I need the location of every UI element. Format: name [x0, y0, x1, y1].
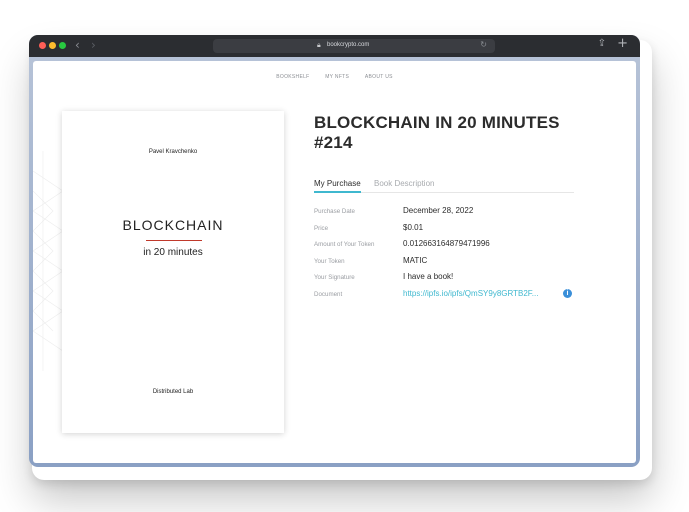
- detail-row: Purchase Date December 28, 2022: [314, 206, 604, 223]
- maximize-window-button[interactable]: [59, 42, 66, 49]
- close-window-button[interactable]: [39, 42, 46, 49]
- new-tab-plus-icon[interactable]: +: [617, 36, 628, 51]
- nav-link-about-us[interactable]: ABOUT US: [365, 74, 393, 80]
- tab-book-description[interactable]: Book Description: [374, 179, 434, 188]
- detail-row: Your Signature I have a book!: [314, 272, 604, 289]
- detail-label: Your Signature: [314, 274, 355, 282]
- address-bar[interactable]: 🔒︎ bookcrypto.com ↻: [213, 39, 495, 53]
- detail-label: Document: [314, 290, 343, 298]
- address-bar-url: bookcrypto.com: [327, 42, 370, 48]
- page-title-number: #214: [314, 133, 353, 152]
- share-icon[interactable]: ⇪: [598, 38, 606, 49]
- forward-arrow-icon[interactable]: ›: [91, 38, 96, 52]
- detail-label: Amount of Your Token: [314, 241, 375, 249]
- book-cover: Pavel Kravchenko BLOCKCHAIN in 20 minute…: [62, 111, 284, 433]
- info-icon[interactable]: i: [563, 288, 572, 298]
- cover-title: BLOCKCHAIN: [122, 217, 224, 233]
- tab-my-purchase[interactable]: My Purchase: [314, 179, 361, 193]
- document-link[interactable]: https://ipfs.io/ipfs/QmSY9y8GRTB2F...: [403, 289, 538, 298]
- reload-icon[interactable]: ↻: [480, 40, 487, 49]
- detail-row: Document https://ipfs.io/ipfs/QmSY9y8GRT…: [314, 288, 604, 306]
- nav-link-bookshelf[interactable]: BOOKSHELF: [276, 74, 309, 80]
- cover-publisher: Distributed Lab: [152, 389, 194, 395]
- detail-value: $0.01: [403, 222, 424, 232]
- cover-divider: [146, 240, 202, 241]
- purchase-details: Purchase Date December 28, 2022 Price $0…: [314, 206, 604, 306]
- detail-value: 0.012663164879471996: [403, 239, 490, 249]
- lock-icon: 🔒︎: [317, 41, 321, 49]
- nav-link-my-nfts[interactable]: MY NFTS: [325, 74, 349, 80]
- cover-author: Pavel Kravchenko: [148, 149, 198, 155]
- detail-row: Price $0.01: [314, 223, 604, 240]
- cover-subtitle: in 20 minutes: [143, 247, 203, 258]
- detail-value: December 28, 2022: [403, 206, 474, 215]
- detail-label: Purchase Date: [314, 208, 355, 215]
- detail-row: Amount of Your Token 0.01266316487947199…: [314, 239, 604, 256]
- detail-value: I have a book!: [403, 272, 454, 282]
- browser-titlebar: ‹ › 🔒︎ bookcrypto.com ↻ ⇪ +: [29, 35, 640, 57]
- page-title-line: BLOCKCHAIN IN 20 MINUTES: [314, 113, 560, 132]
- detail-value: MATIC: [403, 255, 428, 265]
- detail-label: Your Token: [314, 257, 345, 265]
- top-navigation: BOOKSHELF MY NFTS ABOUT US: [33, 74, 636, 80]
- back-arrow-icon[interactable]: ‹: [75, 38, 80, 52]
- web-page: BOOKSHELF MY NFTS ABOUT US Pavel Kravche…: [33, 61, 636, 463]
- minimize-window-button[interactable]: [49, 42, 56, 49]
- page-title: BLOCKCHAIN IN 20 MINUTES #214: [314, 113, 594, 153]
- browser-window: ‹ › 🔒︎ bookcrypto.com ↻ ⇪ + BOOKSHELF MY…: [29, 35, 640, 467]
- tab-bar: My Purchase Book Description: [314, 179, 574, 193]
- detail-label: Price: [314, 224, 329, 232]
- detail-row: Your Token MATIC: [314, 256, 604, 273]
